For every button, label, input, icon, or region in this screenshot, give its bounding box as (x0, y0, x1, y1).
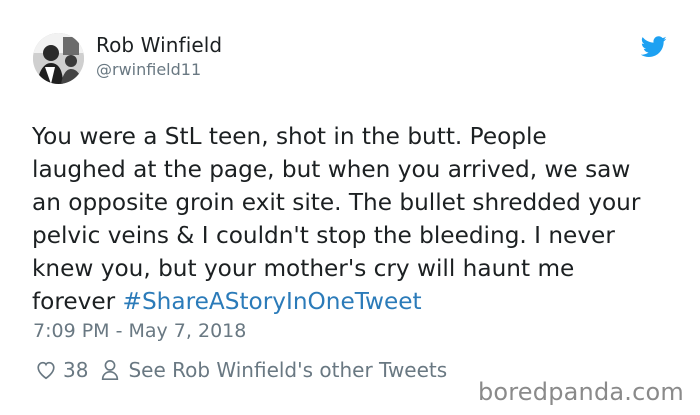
author-handle[interactable]: @rwinfield11 (96, 60, 201, 79)
tweet-actions: 38 See Rob Winfield's other Tweets (35, 358, 447, 382)
see-other-tweets-link[interactable]: See Rob Winfield's other Tweets (128, 358, 447, 382)
tweet-body-text: You were a StL teen, shot in the butt. P… (32, 123, 641, 315)
person-icon (102, 360, 119, 380)
embedded-tweet-card: Rob Winfield @rwinfield11 You were a StL… (0, 0, 700, 415)
watermark: boredpanda.com (477, 378, 684, 406)
tweet-text: You were a StL teen, shot in the butt. P… (32, 120, 682, 318)
twitter-bird-icon[interactable] (641, 36, 667, 58)
heart-icon[interactable] (35, 359, 57, 381)
avatar[interactable] (33, 33, 84, 84)
tweet-timestamp[interactable]: 7:09 PM - May 7, 2018 (33, 320, 246, 342)
author-name[interactable]: Rob Winfield (96, 33, 222, 57)
hashtag-link[interactable]: #ShareAStoryInOneTweet (123, 288, 422, 315)
like-count: 38 (63, 358, 89, 382)
